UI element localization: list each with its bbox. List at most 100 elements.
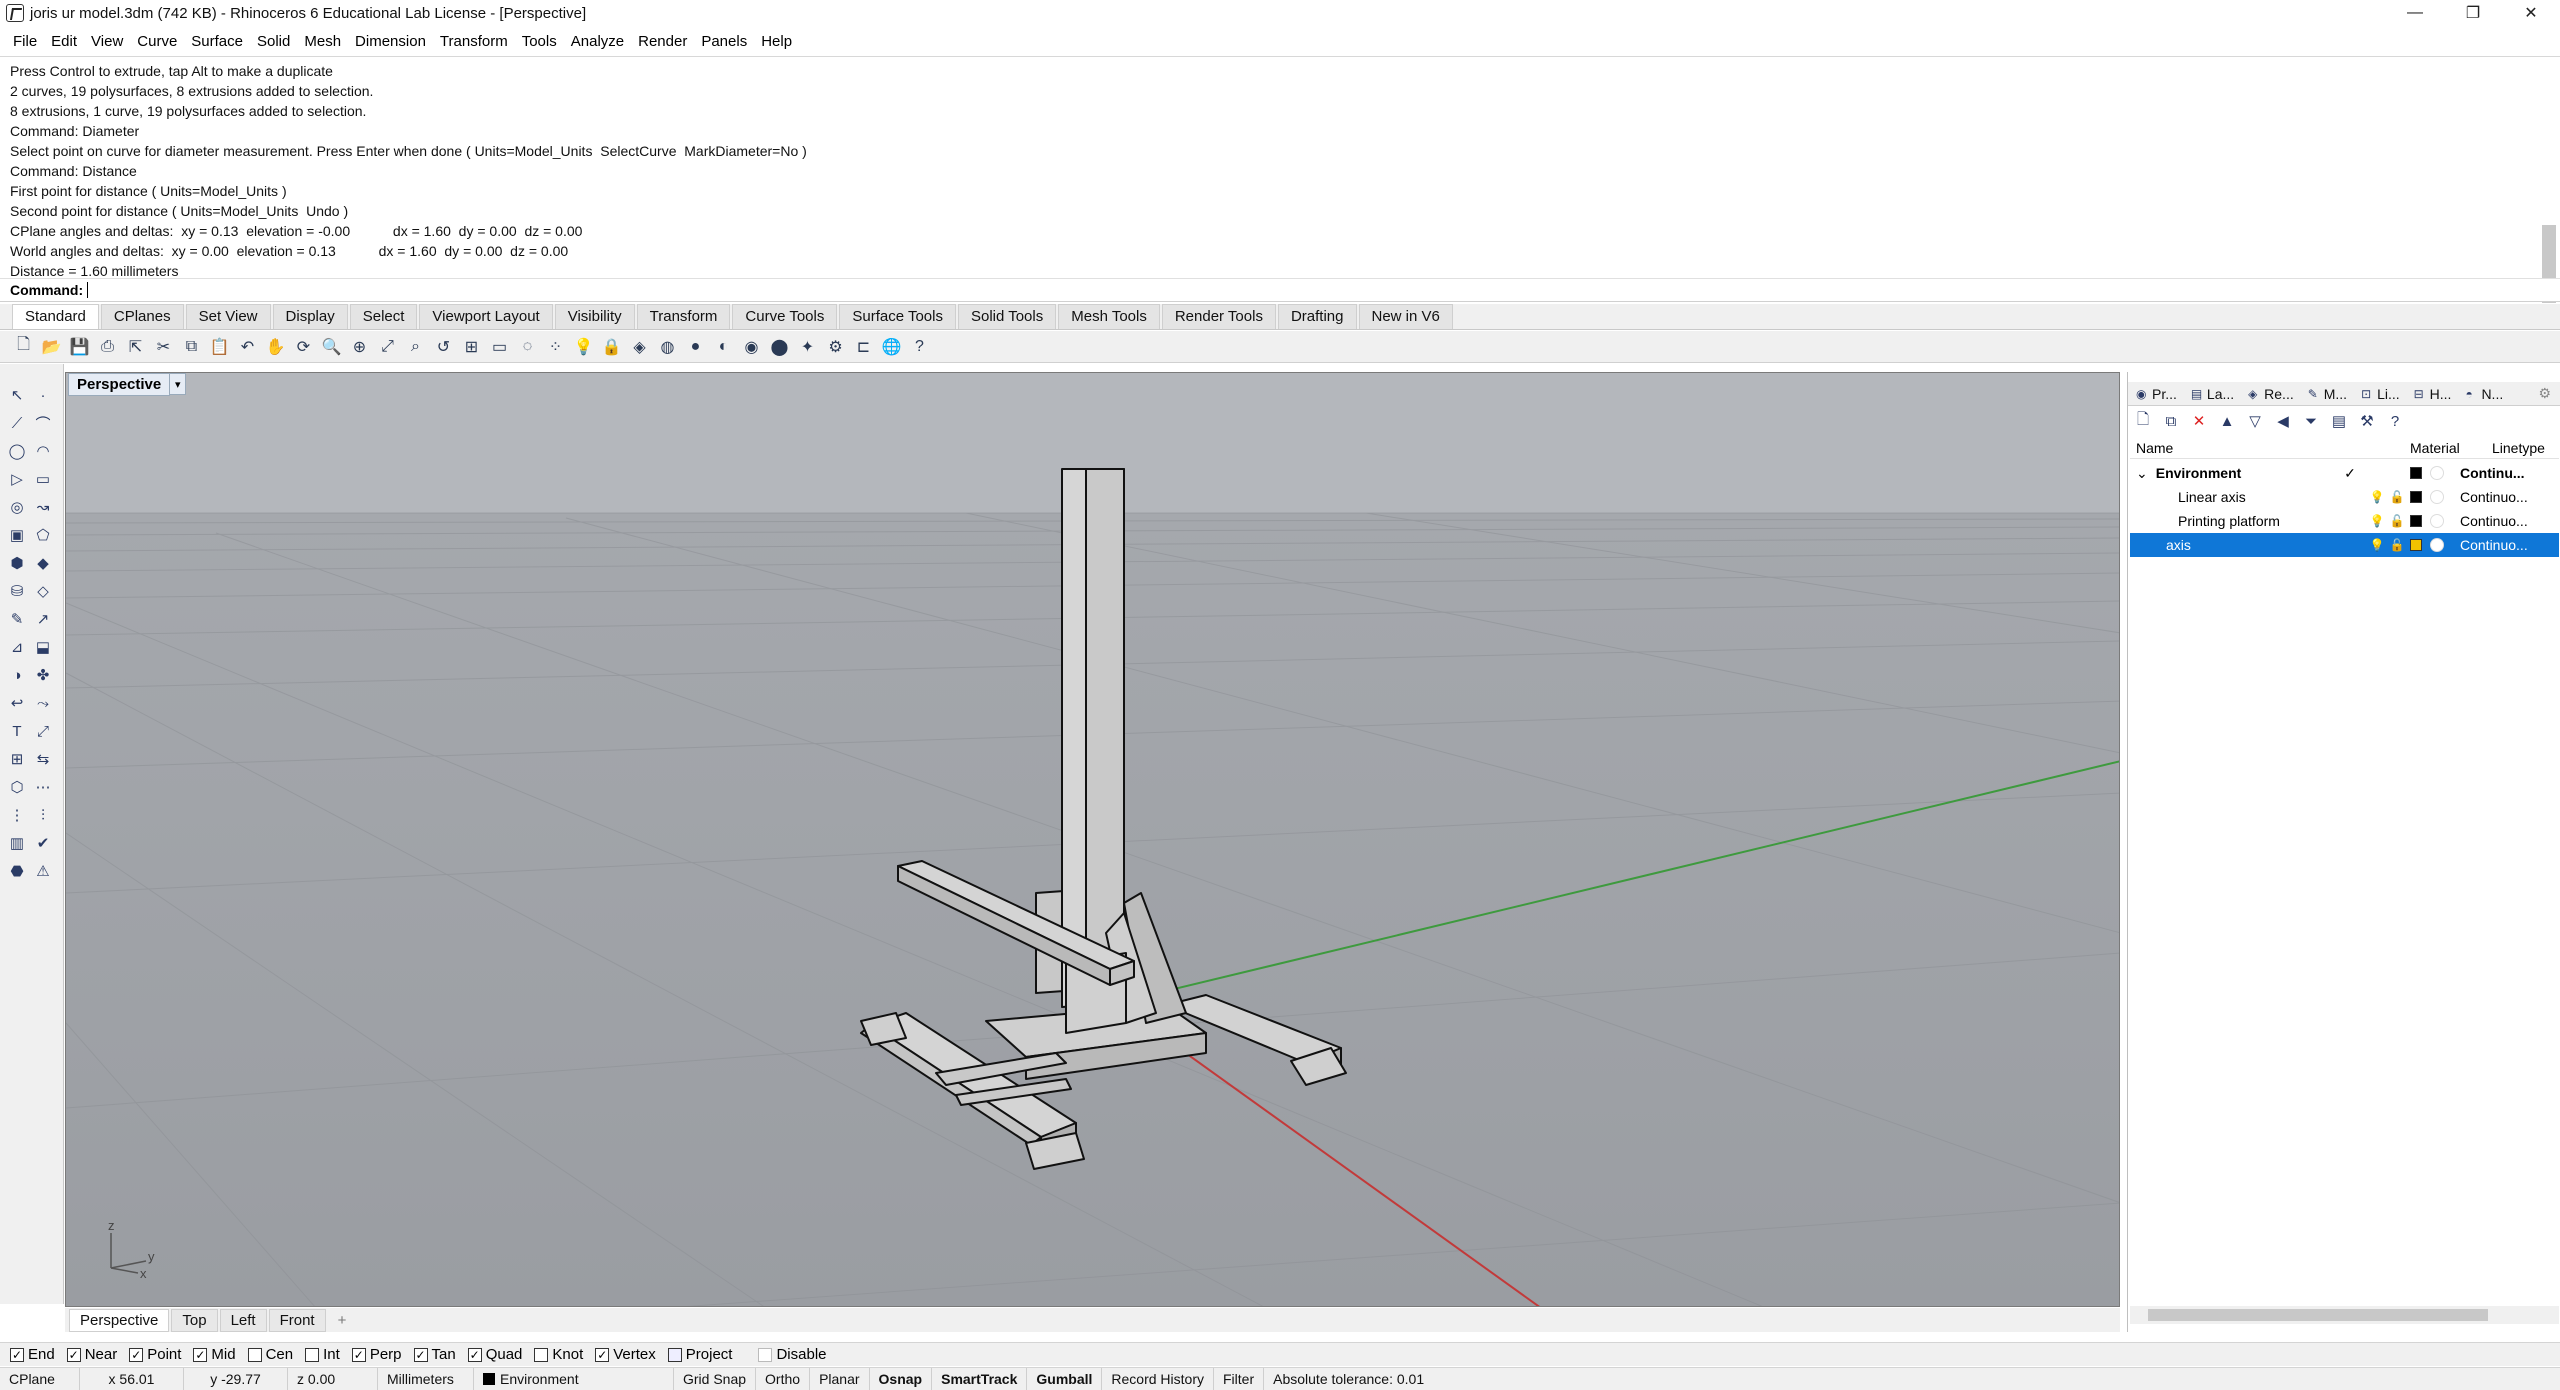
new-layer-icon[interactable]: 🗋 [2132, 410, 2154, 432]
move-up-icon[interactable]: ▲ [2216, 410, 2238, 432]
panel-settings-gear-icon[interactable]: ⚙ [2534, 385, 2557, 402]
osnap-vertex[interactable]: ✓ Vertex [595, 1346, 656, 1363]
color-wheel-icon[interactable]: ◍ [656, 335, 679, 358]
light-bulb-icon[interactable]: ✦ [796, 335, 819, 358]
menu-file[interactable]: File [6, 33, 44, 50]
command-history[interactable]: Press Control to extrude, tap Alt to mak… [0, 56, 2560, 303]
layer-linetype[interactable]: Continuo... [2460, 513, 2559, 529]
columns-icon[interactable]: ⫶ [32, 804, 54, 826]
layer-color-swatch[interactable] [2410, 491, 2422, 503]
text-icon[interactable]: T [6, 720, 28, 742]
toolbar-tab-select[interactable]: Select [349, 304, 418, 329]
osnap-checkbox[interactable] [534, 1347, 549, 1362]
import-icon[interactable]: ⇱ [124, 335, 147, 358]
points-icon[interactable]: ⋮ [6, 804, 28, 826]
osnap-disable[interactable]: Disable [758, 1346, 827, 1363]
maximize-button[interactable]: ❐ [2444, 0, 2502, 26]
material-circle-icon[interactable] [2430, 466, 2444, 480]
dimension-icon[interactable]: ⊏ [852, 335, 875, 358]
tools-icon[interactable]: ⚒ [2356, 410, 2378, 432]
cplane-icon[interactable]: ▭ [488, 335, 511, 358]
move-down-icon[interactable]: ▽ [2244, 410, 2266, 432]
menu-tools[interactable]: Tools [515, 33, 564, 50]
zoom-window-icon[interactable]: ⊕ [348, 335, 371, 358]
solid-icon[interactable]: ◆ [32, 552, 54, 574]
filter-icon[interactable]: ⏷ [2300, 410, 2322, 432]
viewport-tab-left[interactable]: Left [219, 1308, 267, 1332]
status-gumball[interactable]: Gumball [1027, 1367, 1103, 1390]
light-icon[interactable]: 💡 [572, 335, 595, 358]
osnap-project[interactable]: Project [667, 1346, 732, 1363]
viewport-title[interactable]: Perspective ▾ [68, 372, 187, 396]
osnap-checkbox[interactable] [758, 1347, 773, 1362]
array-icon[interactable]: ⊞ [6, 748, 28, 770]
cut-icon[interactable]: ✂ [152, 335, 175, 358]
visibility-bulb-icon[interactable]: 💡 [2370, 538, 2385, 552]
status-grid-snap[interactable]: Grid Snap [674, 1367, 757, 1390]
toolbar-tab-drafting[interactable]: Drafting [1277, 304, 1357, 329]
undo-view-icon[interactable]: ↺ [432, 335, 455, 358]
zoom-extents-icon[interactable]: ⤢ [376, 335, 399, 358]
status-smarttrack[interactable]: SmartTrack [932, 1367, 1028, 1390]
layer-color-swatch[interactable] [2410, 467, 2422, 479]
osnap-checkbox[interactable] [667, 1347, 682, 1362]
osnap-end[interactable]: ✓ End [10, 1346, 55, 1363]
edit-curve-icon[interactable]: ✎ [6, 608, 28, 630]
copy-icon[interactable]: ⧉ [180, 335, 203, 358]
viewport-canvas[interactable]: z y x [66, 373, 2120, 1307]
layer-row[interactable]: Linear axis 💡 🔓 Continuo... [2130, 485, 2559, 509]
four-views-icon[interactable]: ⊞ [460, 335, 483, 358]
layer-row[interactable]: Printing platform 💡 🔓 Continuo... [2130, 509, 2559, 533]
save-icon[interactable]: 💾 [68, 335, 91, 358]
viewport-tab-front[interactable]: Front [268, 1308, 326, 1332]
current-layer-check-icon[interactable]: ✓ [2330, 465, 2370, 482]
circle-icon[interactable]: ◯ [6, 440, 28, 462]
menu-transform[interactable]: Transform [433, 33, 515, 50]
cylinder-icon[interactable]: ⛁ [6, 580, 28, 602]
viewport-tab-perspective[interactable]: Perspective [69, 1308, 170, 1332]
toolbar-tab-render-tools[interactable]: Render Tools [1161, 304, 1276, 329]
status-osnap[interactable]: Osnap [870, 1367, 933, 1390]
loft-icon[interactable]: ⬠ [32, 524, 54, 546]
rotate-view-icon[interactable]: ⟳ [292, 335, 315, 358]
layer-name[interactable]: axis [2130, 537, 2330, 553]
osnap-checkbox[interactable]: ✓ [129, 1347, 144, 1362]
panel-tab-render[interactable]: ◈ Re... [2244, 386, 2300, 402]
layer-row[interactable]: ⌄ Environment ✓ Continu... [2130, 461, 2559, 485]
menu-solid[interactable]: Solid [250, 33, 297, 50]
fillet-icon[interactable]: ✤ [32, 664, 54, 686]
toolbar-tab-set-view[interactable]: Set View [185, 304, 271, 329]
minimize-button[interactable]: — [2386, 0, 2444, 26]
menu-render[interactable]: Render [631, 33, 694, 50]
layer-color-swatch[interactable] [2410, 539, 2422, 551]
menu-surface[interactable]: Surface [184, 33, 250, 50]
toolbar-tab-mesh-tools[interactable]: Mesh Tools [1058, 304, 1160, 329]
layer-name[interactable]: Printing platform [2130, 513, 2330, 529]
material-circle-icon[interactable] [2430, 514, 2444, 528]
layer-name[interactable]: Linear axis [2130, 489, 2330, 505]
shaded-sphere-icon[interactable]: ◐ [712, 335, 735, 358]
rendered-sphere-icon[interactable]: ● [684, 335, 707, 358]
osnap-knot[interactable]: Knot [534, 1346, 583, 1363]
blue-sphere-icon[interactable]: ⬤ [768, 335, 791, 358]
osnap-mid[interactable]: ✓ Mid [193, 1346, 236, 1363]
extrude-icon[interactable]: ◇ [32, 580, 54, 602]
toolbar-tab-display[interactable]: Display [272, 304, 348, 329]
trim-icon[interactable]: ⬓ [32, 636, 54, 658]
toolbar-tab-transform[interactable]: Transform [636, 304, 731, 329]
material-circle-icon[interactable] [2430, 490, 2444, 504]
osnap-near[interactable]: ✓ Near [66, 1346, 117, 1363]
osnap-cen[interactable]: Cen [247, 1346, 293, 1363]
osnap-quad[interactable]: ✓ Quad [467, 1346, 522, 1363]
polyline-icon[interactable]: ⟋ [6, 412, 28, 434]
move-parent-icon[interactable]: ◀ [2272, 410, 2294, 432]
osnap-checkbox[interactable]: ✓ [595, 1347, 610, 1362]
layer-linetype[interactable]: Continuo... [2460, 489, 2559, 505]
pan-icon[interactable]: ✋ [264, 335, 287, 358]
select-arrow-icon[interactable]: ↖ [6, 384, 28, 406]
osnap-checkbox[interactable]: ✓ [10, 1347, 24, 1362]
layer-row[interactable]: axis 💡 🔓 Continuo... [2130, 533, 2559, 557]
menu-mesh[interactable]: Mesh [297, 33, 348, 50]
layer-icon[interactable]: ◈ [628, 335, 651, 358]
new-sublayer-icon[interactable]: ⧉ [2160, 410, 2182, 432]
